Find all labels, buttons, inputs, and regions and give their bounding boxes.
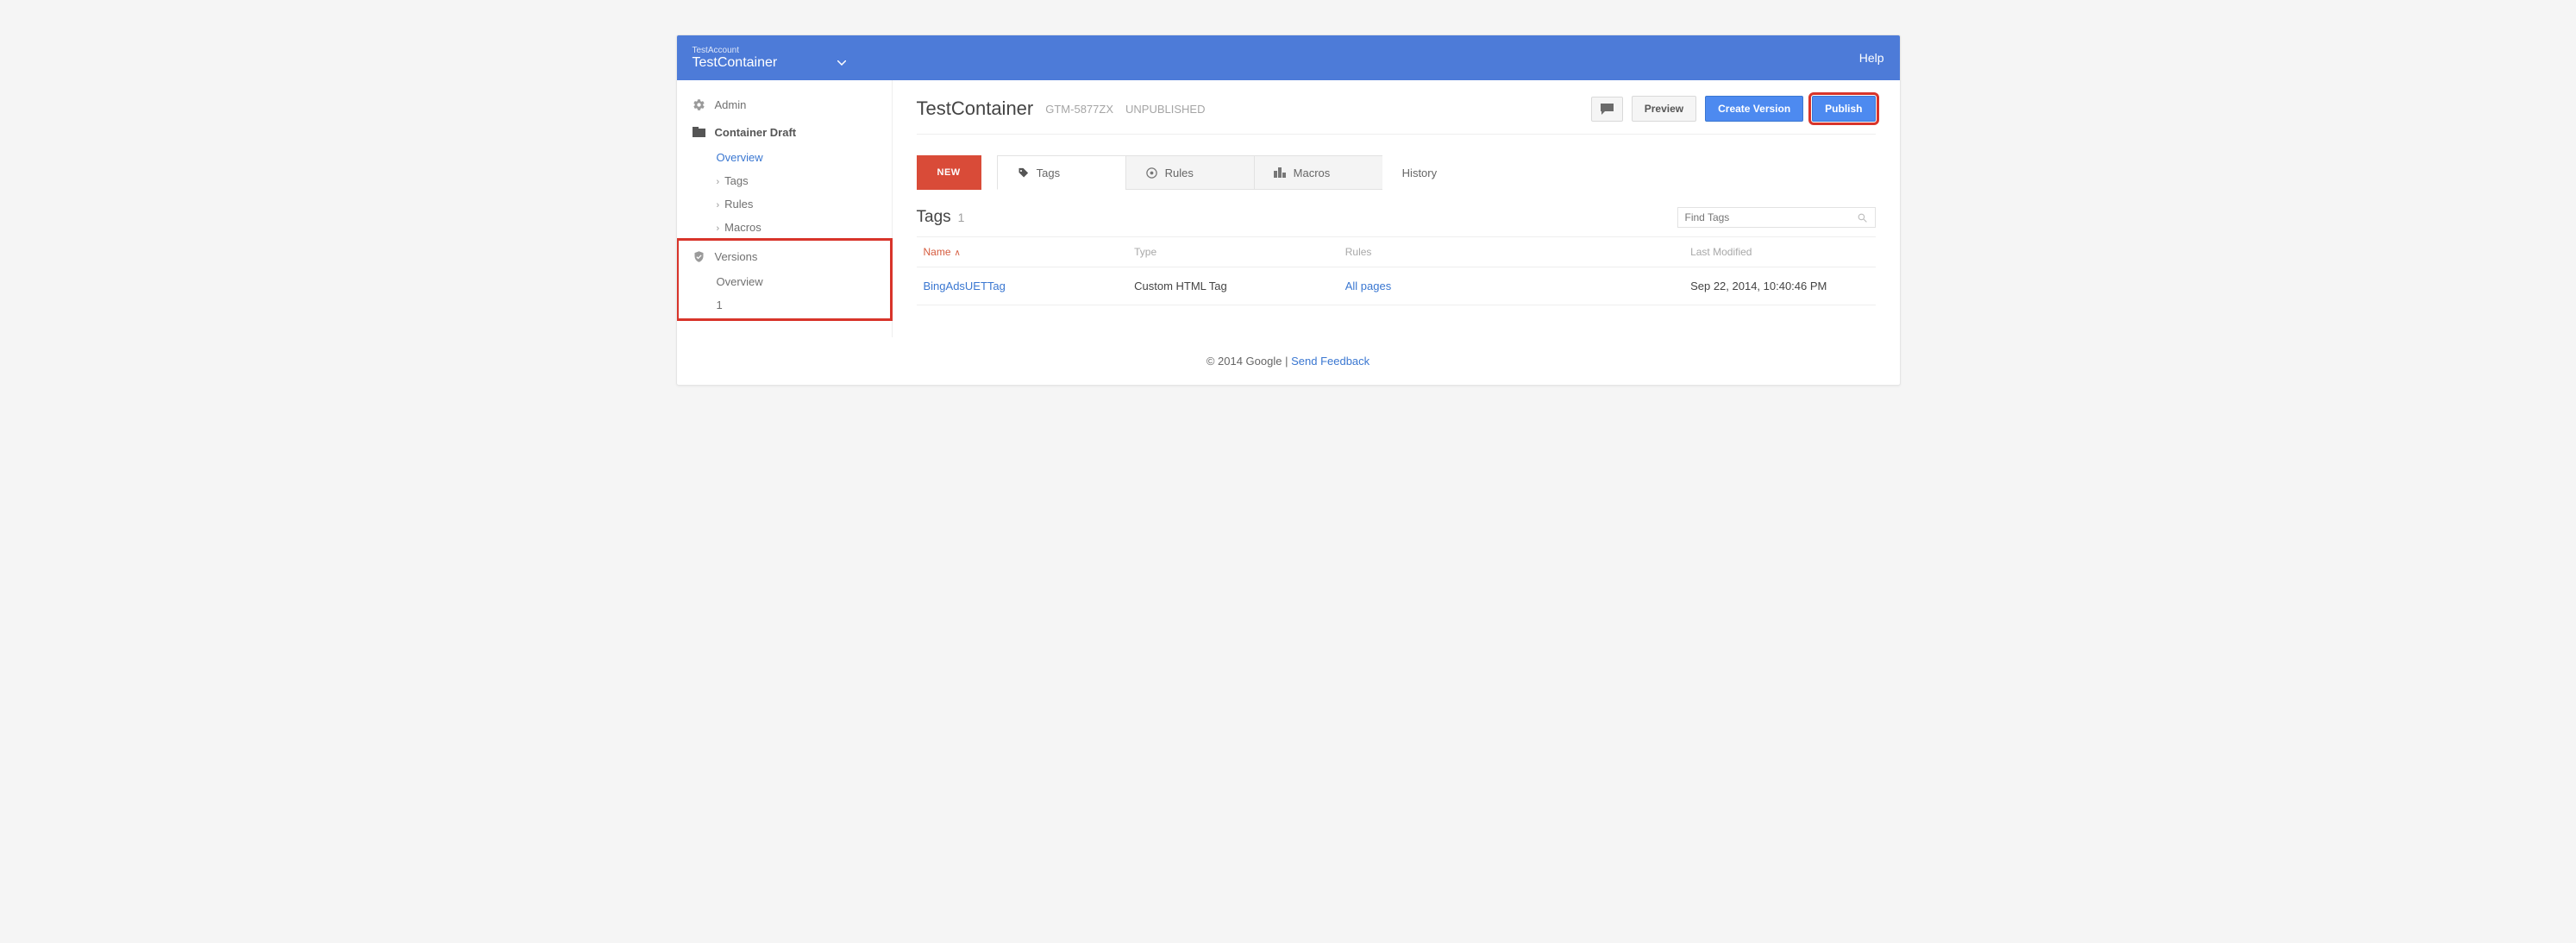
chevron-right-icon: › bbox=[717, 223, 720, 234]
sidebar: Admin Container Draft Overview › Tags › Ru… bbox=[677, 80, 893, 337]
sidebar-item-draft-rules[interactable]: › Rules bbox=[677, 192, 892, 216]
container-id: GTM-5877ZX bbox=[1045, 103, 1113, 116]
tab-tags[interactable]: Tags bbox=[997, 155, 1126, 190]
folder-icon bbox=[693, 125, 706, 139]
footer-separator: | bbox=[1282, 355, 1291, 368]
section-title: Tags bbox=[917, 208, 951, 227]
search-input[interactable] bbox=[1685, 211, 1857, 223]
tab-history[interactable]: History bbox=[1382, 155, 1457, 190]
sidebar-item-versions[interactable]: Versions bbox=[677, 242, 892, 270]
sidebar-item-label: Container Draft bbox=[715, 126, 797, 139]
preview-button[interactable]: Preview bbox=[1632, 96, 1696, 122]
sidebar-item-label: Tags bbox=[724, 174, 748, 187]
tag-type-cell: Custom HTML Tag bbox=[1127, 267, 1338, 305]
container-switcher[interactable]: TestAccount TestContainer bbox=[693, 46, 847, 71]
comment-icon bbox=[1601, 104, 1614, 115]
sidebar-item-draft-tags[interactable]: › Tags bbox=[677, 169, 892, 192]
chevron-down-icon bbox=[837, 60, 846, 66]
search-box[interactable] bbox=[1677, 207, 1876, 228]
shield-check-icon bbox=[693, 249, 706, 263]
tab-label: Tags bbox=[1037, 167, 1060, 179]
container-label: TestContainer bbox=[693, 55, 778, 71]
topbar: TestAccount TestContainer Help bbox=[677, 35, 1900, 80]
footer: © 2014 Google | Send Feedback bbox=[677, 337, 1900, 385]
account-label: TestAccount bbox=[693, 46, 847, 55]
footer-copyright: © 2014 Google bbox=[1207, 355, 1282, 368]
col-label: Name bbox=[924, 246, 951, 258]
tab-label: Macros bbox=[1294, 167, 1331, 179]
sidebar-item-draft-overview[interactable]: Overview bbox=[677, 146, 892, 169]
new-button[interactable]: NEW bbox=[917, 155, 981, 190]
sort-asc-icon: ∧ bbox=[955, 248, 961, 258]
table-row[interactable]: BingAdsUETTag Custom HTML Tag All pages … bbox=[917, 267, 1876, 305]
col-modified[interactable]: Last Modified bbox=[1683, 237, 1875, 267]
section-count: 1 bbox=[958, 211, 965, 224]
container-status: UNPUBLISHED bbox=[1125, 103, 1205, 116]
tags-table: Name ∧ Type Rules Last Modified BingAdsUE… bbox=[917, 236, 1876, 305]
sidebar-item-draft-macros[interactable]: › Macros bbox=[677, 216, 892, 239]
tag-icon bbox=[1017, 167, 1030, 179]
publish-button[interactable]: Publish bbox=[1812, 96, 1875, 122]
send-feedback-link[interactable]: Send Feedback bbox=[1291, 355, 1369, 368]
sidebar-item-label: Rules bbox=[724, 198, 753, 211]
sidebar-item-admin[interactable]: Admin bbox=[677, 91, 892, 118]
sidebar-item-versions-1[interactable]: 1 bbox=[677, 293, 892, 317]
sidebar-item-label: Admin bbox=[715, 98, 747, 111]
page-title: TestContainer bbox=[917, 97, 1034, 120]
highlight-versions-section: Versions Overview 1 bbox=[677, 239, 892, 320]
tab-macros[interactable]: Macros bbox=[1254, 155, 1383, 190]
tabs-bar: NEW Tags Rules Macros History bbox=[917, 155, 1876, 190]
comments-button[interactable] bbox=[1591, 97, 1623, 122]
building-icon bbox=[1274, 167, 1287, 178]
col-rules[interactable]: Rules bbox=[1338, 237, 1683, 267]
create-version-button[interactable]: Create Version bbox=[1705, 96, 1803, 122]
help-link[interactable]: Help bbox=[1859, 51, 1884, 65]
col-name[interactable]: Name ∧ bbox=[917, 237, 1128, 267]
sidebar-item-label: Versions bbox=[715, 250, 758, 263]
target-icon bbox=[1145, 167, 1158, 179]
sidebar-item-container-draft[interactable]: Container Draft bbox=[677, 118, 892, 146]
col-type[interactable]: Type bbox=[1127, 237, 1338, 267]
app-window: TestAccount TestContainer Help Admin bbox=[676, 35, 1901, 386]
section-header: Tags 1 bbox=[917, 207, 1876, 228]
tag-modified-cell: Sep 22, 2014, 10:40:46 PM bbox=[1683, 267, 1875, 305]
chevron-right-icon: › bbox=[717, 200, 720, 211]
page-header: TestContainer GTM-5877ZX UNPUBLISHED Pre… bbox=[917, 96, 1876, 135]
tab-rules[interactable]: Rules bbox=[1125, 155, 1255, 190]
main-content: TestContainer GTM-5877ZX UNPUBLISHED Pre… bbox=[893, 80, 1900, 337]
sidebar-item-label: Macros bbox=[724, 221, 762, 234]
chevron-right-icon: › bbox=[717, 177, 720, 187]
table-header-row: Name ∧ Type Rules Last Modified bbox=[917, 237, 1876, 267]
tag-rules-link[interactable]: All pages bbox=[1345, 280, 1391, 292]
gear-icon bbox=[693, 97, 706, 111]
tab-label: History bbox=[1402, 167, 1437, 179]
search-icon bbox=[1857, 212, 1868, 223]
tab-label: Rules bbox=[1165, 167, 1194, 179]
tag-name-link[interactable]: BingAdsUETTag bbox=[924, 280, 1006, 292]
sidebar-item-versions-overview[interactable]: Overview bbox=[677, 270, 892, 293]
